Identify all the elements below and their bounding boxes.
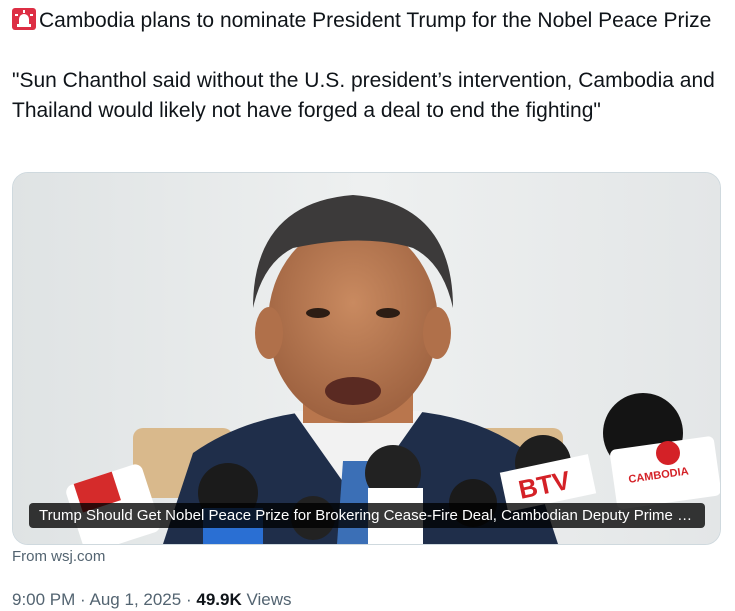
article-photo: BTV CAMBODIA (13, 173, 720, 544)
tweet-headline: Cambodia plans to nominate President Tru… (39, 9, 712, 32)
tweet-quote: "Sun Chanthol said without the U.S. pres… (12, 69, 715, 122)
tweet-headline-line: Cambodia plans to nominate President Tru… (12, 6, 727, 36)
tweet: Cambodia plans to nominate President Tru… (0, 0, 735, 611)
link-card[interactable]: BTV CAMBODIA Trump Should Get Nobel Peac… (12, 172, 721, 545)
meta-separator: · (80, 590, 86, 609)
tweet-date[interactable]: Aug 1, 2025 (90, 590, 182, 609)
meta-separator: · (185, 590, 192, 609)
tweet-text: Cambodia plans to nominate President Tru… (12, 6, 727, 126)
views-label: Views (246, 590, 292, 609)
views-count: 49.9K (196, 590, 242, 609)
tweet-meta: 9:00 PM · Aug 1, 2025 · 49.9K Views (12, 590, 292, 610)
rotating-light-icon (12, 8, 36, 30)
card-caption[interactable]: Trump Should Get Nobel Peace Prize for B… (29, 503, 705, 528)
card-source[interactable]: From wsj.com (12, 548, 105, 565)
tweet-time[interactable]: 9:00 PM (12, 590, 75, 609)
